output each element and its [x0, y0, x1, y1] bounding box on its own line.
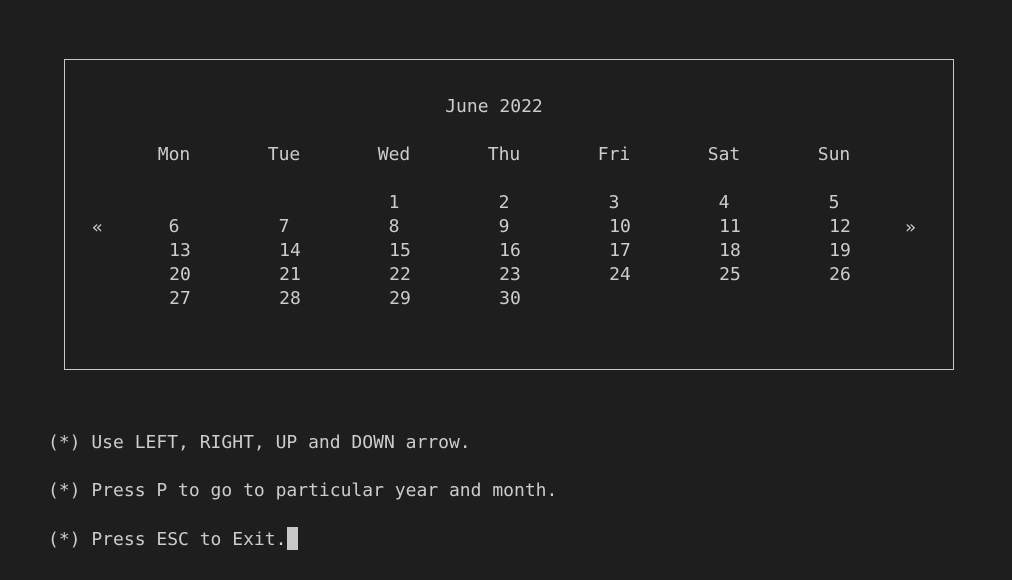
date-cell[interactable]: 15	[380, 239, 420, 263]
date-cell[interactable]: 9	[484, 215, 524, 239]
date-cell[interactable]: 10	[600, 215, 640, 239]
date-cell[interactable]: 12	[820, 215, 860, 239]
prev-month-arrow[interactable]: «	[92, 216, 103, 240]
date-cell[interactable]: 22	[380, 263, 420, 287]
weekday-sun: Sun	[817, 144, 851, 165]
instruction-arrows: (*) Use LEFT, RIGHT, UP and DOWN arrow.	[48, 432, 471, 453]
date-cell[interactable]: 4	[704, 191, 744, 215]
date-cell[interactable]: 6	[154, 215, 194, 239]
date-cell[interactable]: 28	[270, 287, 310, 311]
date-cell[interactable]: 17	[600, 239, 640, 263]
date-cell[interactable]: 1	[374, 191, 414, 215]
date-cell[interactable]: 16	[490, 239, 530, 263]
date-cell[interactable]: 27	[160, 287, 200, 311]
date-cell[interactable]: 25	[710, 263, 750, 287]
date-cell[interactable]: 26	[820, 263, 860, 287]
instruction-exit: (*) Press ESC to Exit.	[48, 527, 299, 552]
date-cell[interactable]: 13	[160, 239, 200, 263]
date-cell[interactable]: 7	[264, 215, 304, 239]
date-cell[interactable]: 20	[160, 263, 200, 287]
terminal-cursor	[287, 527, 299, 550]
next-month-arrow[interactable]: »	[905, 216, 916, 240]
weekday-sat: Sat	[707, 144, 741, 165]
weekday-wed: Wed	[377, 144, 411, 165]
date-cell[interactable]: 8	[374, 215, 414, 239]
weekday-fri: Fri	[597, 144, 631, 165]
date-cell[interactable]: 21	[270, 263, 310, 287]
date-cell[interactable]: 11	[710, 215, 750, 239]
date-cell[interactable]: 23	[490, 263, 530, 287]
date-cell[interactable]: 30	[490, 287, 530, 311]
date-cell[interactable]: 5	[814, 191, 854, 215]
month-year-title: June 2022	[445, 96, 543, 117]
date-cell[interactable]: 19	[820, 239, 860, 263]
weekday-tue: Tue	[267, 144, 301, 165]
instruction-exit-text: (*) Press ESC to Exit.	[48, 529, 287, 550]
date-cell[interactable]: 29	[380, 287, 420, 311]
weekday-thu: Thu	[487, 144, 521, 165]
date-cell[interactable]: 3	[594, 191, 634, 215]
instruction-goto: (*) Press P to go to particular year and…	[48, 480, 558, 501]
date-cell[interactable]: 18	[710, 239, 750, 263]
weekday-mon: Mon	[157, 144, 191, 165]
date-cell[interactable]: 14	[270, 239, 310, 263]
date-cell[interactable]: 24	[600, 263, 640, 287]
date-cell[interactable]: 2	[484, 191, 524, 215]
